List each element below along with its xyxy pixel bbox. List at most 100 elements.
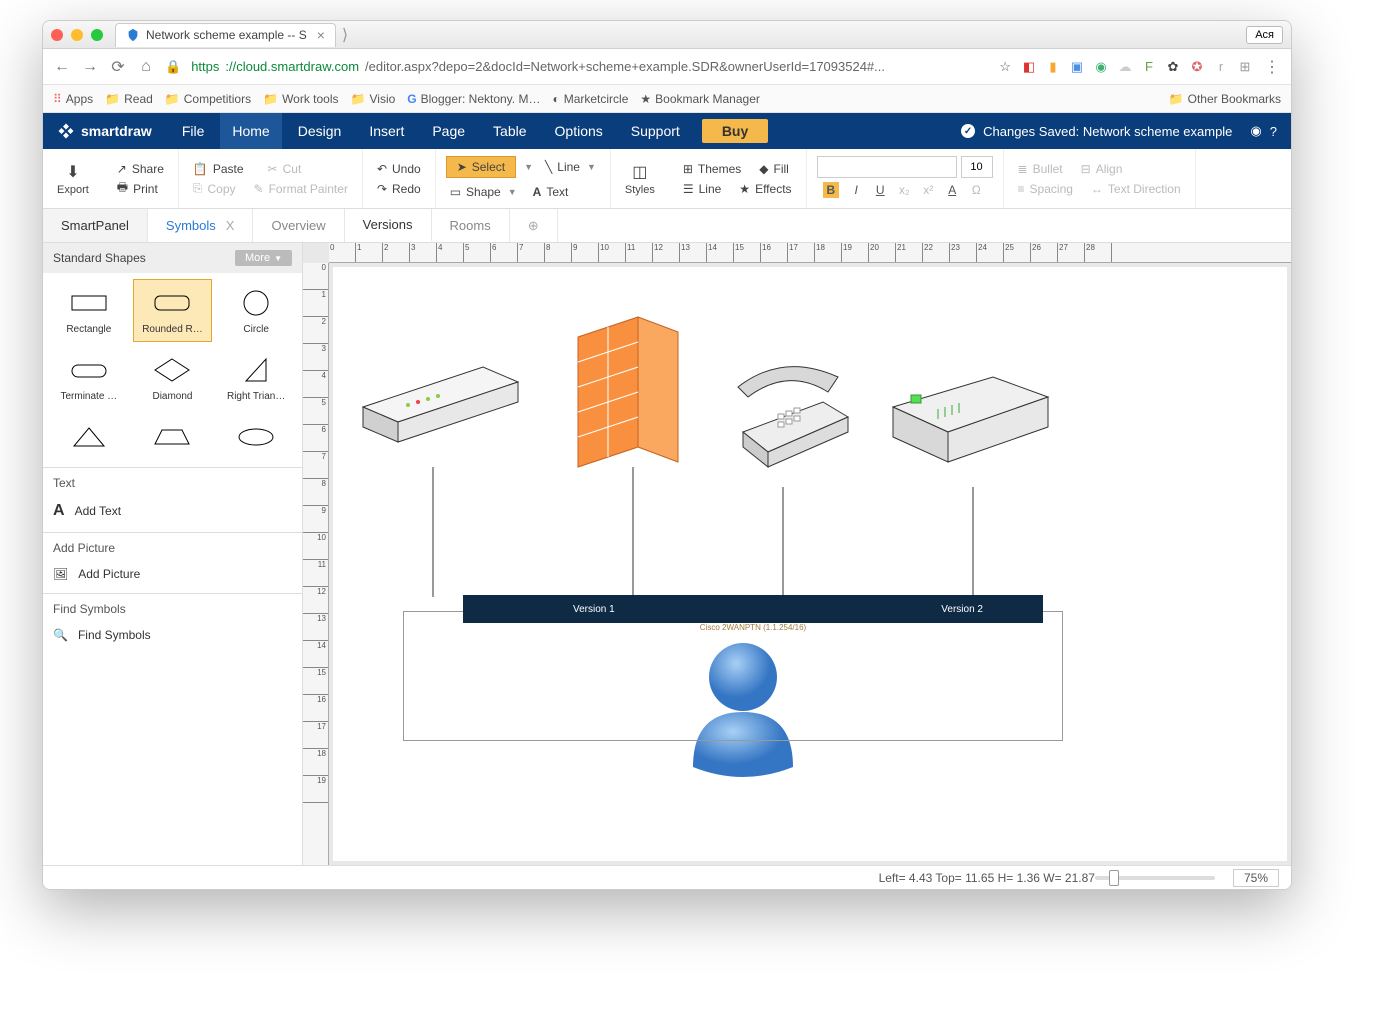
line-style-button[interactable]: ☰Line [679,179,725,199]
tab-add[interactable]: ⊕ [510,209,558,242]
copy-button[interactable]: ⎘Copy [189,179,240,199]
shape-tool-button[interactable]: ▭Shape▼ [446,182,521,202]
ext-icon[interactable]: ⊞ [1237,59,1253,75]
reload-button[interactable]: ⟳ [109,58,127,76]
print-button[interactable]: 🖶Print [113,179,168,199]
superscript-button[interactable]: x² [921,183,935,197]
find-symbols-button[interactable]: 🔍Find Symbols [53,624,292,646]
ext-icon[interactable]: r [1213,59,1229,75]
menu-button[interactable]: ⋮ [1263,58,1281,76]
bullet-button[interactable]: ≣Bullet [1014,159,1067,179]
ext-icon[interactable]: ◧ [1021,59,1037,75]
add-picture-button[interactable]: 🖼Add Picture [53,563,292,585]
shape-trapezoid[interactable] [133,413,213,461]
menu-options[interactable]: Options [543,113,615,149]
menu-file[interactable]: File [170,113,217,149]
menu-insert[interactable]: Insert [357,113,416,149]
new-tab-button[interactable]: ⟩ [342,25,348,45]
shape-terminate[interactable]: Terminate … [49,346,129,409]
url-field[interactable]: https ://cloud.smartdraw.com /editor.asp… [191,59,989,74]
effects-button[interactable]: ★Effects [735,179,795,199]
paste-button[interactable]: 📋Paste ✂Cut [189,159,352,179]
bookmark-visio[interactable]: 📁Visio [351,92,396,106]
zoom-percent[interactable]: 75% [1233,869,1279,887]
other-bookmarks[interactable]: 📁Other Bookmarks [1169,92,1281,106]
share-button[interactable]: ↗Share [113,159,168,179]
ext-icon[interactable]: ☁ [1117,59,1133,75]
logo[interactable]: smartdraw [57,122,152,140]
bookmark-blogger[interactable]: GBlogger: Nektony. M… [407,92,540,106]
close-window-button[interactable] [51,29,63,41]
star-icon[interactable]: ☆ [999,59,1011,75]
forward-button[interactable]: → [81,58,99,76]
shape-ellipse[interactable] [216,413,296,461]
bookmark-apps[interactable]: ⠿Apps [53,92,93,106]
symbol-button[interactable]: Ω [969,183,983,197]
ext-icon[interactable]: ▣ [1069,59,1085,75]
ext-icon[interactable]: ◉ [1093,59,1109,75]
zoom-slider[interactable] [1095,876,1215,880]
profile-button[interactable]: Ася [1246,26,1283,44]
menu-design[interactable]: Design [286,113,354,149]
tab-rooms[interactable]: Rooms [432,209,510,242]
subscript-button[interactable]: x₂ [897,183,911,197]
fill-button[interactable]: ◆Fill [755,159,793,179]
help-icon[interactable]: ? [1270,124,1277,139]
menu-support[interactable]: Support [619,113,692,149]
ext-icon[interactable]: ▮ [1045,59,1061,75]
tab-close-button[interactable]: × [317,27,325,43]
undo-button[interactable]: ↶Undo [373,159,425,179]
bookmark-marketcircle[interactable]: ◐Marketcircle [552,92,628,106]
menu-home[interactable]: Home [220,113,281,149]
styles-button[interactable]: ◫Styles [611,149,669,208]
spacing-button[interactable]: ≡Spacing [1014,179,1077,199]
italic-button[interactable]: I [849,183,863,197]
add-text-button[interactable]: AAdd Text [53,498,292,524]
bold-button[interactable]: B [823,182,840,198]
home-button[interactable]: ⌂ [137,58,155,76]
align-button[interactable]: ⊟Align [1077,159,1127,179]
buy-button[interactable]: Buy [702,119,768,143]
redo-button[interactable]: ↷Redo [373,179,425,199]
bookmark-worktools[interactable]: 📁Work tools [263,92,338,106]
shape-rectangle[interactable]: Rectangle [49,279,129,342]
minimize-window-button[interactable] [71,29,83,41]
browser-tab[interactable]: Network scheme example -- S × [115,23,336,47]
text-tool-button[interactable]: AText [529,182,573,202]
more-button[interactable]: More▼ [235,250,292,266]
back-button[interactable]: ← [53,58,71,76]
direction-button[interactable]: ↔Text Direction [1087,179,1185,199]
font-size-input[interactable] [961,156,993,178]
underline-button[interactable]: U [873,183,887,197]
menu-page[interactable]: Page [420,113,477,149]
canvas[interactable]: Version 1 Version 2 Cisco 2WANPTN (1.1.2… [333,267,1287,861]
shape-circle[interactable]: Circle [216,279,296,342]
select-tool-button[interactable]: ➤Select [446,156,516,178]
slider-thumb[interactable] [1109,870,1119,886]
menu-table[interactable]: Table [481,113,538,149]
tab-overview[interactable]: Overview [253,209,344,242]
line-tool-button[interactable]: ╲Line▼ [541,157,600,177]
tab-smartpanel[interactable]: SmartPanel [43,209,148,242]
cut-button[interactable]: ✂Cut [264,159,306,179]
font-family-input[interactable] [817,156,957,178]
bookmark-manager[interactable]: ★Bookmark Manager [640,92,759,106]
shape-triangle[interactable] [49,413,129,461]
shape-diamond[interactable]: Diamond [133,346,213,409]
bookmark-competitors[interactable]: 📁Competitiors [165,92,251,106]
ext-icon[interactable]: ✪ [1189,59,1205,75]
shape-rounded-rect[interactable]: Rounded R… [133,279,213,342]
tab-symbols[interactable]: SymbolsX [148,209,254,242]
bookmark-read[interactable]: 📁Read [105,92,153,106]
ext-icon[interactable]: F [1141,59,1157,75]
tab-versions[interactable]: Versions [345,209,432,242]
themes-button[interactable]: ⊞Themes [679,159,745,179]
close-icon[interactable]: X [226,218,235,233]
shape-right-triangle[interactable]: Right Trian… [216,346,296,409]
maximize-window-button[interactable] [91,29,103,41]
account-icon[interactable]: ◉ [1250,123,1261,139]
font-color-button[interactable]: A [945,183,959,197]
export-button[interactable]: ⬇Export [43,149,103,208]
format-painter-button[interactable]: ✎Format Painter [250,179,352,199]
ext-icon[interactable]: ✿ [1165,59,1181,75]
